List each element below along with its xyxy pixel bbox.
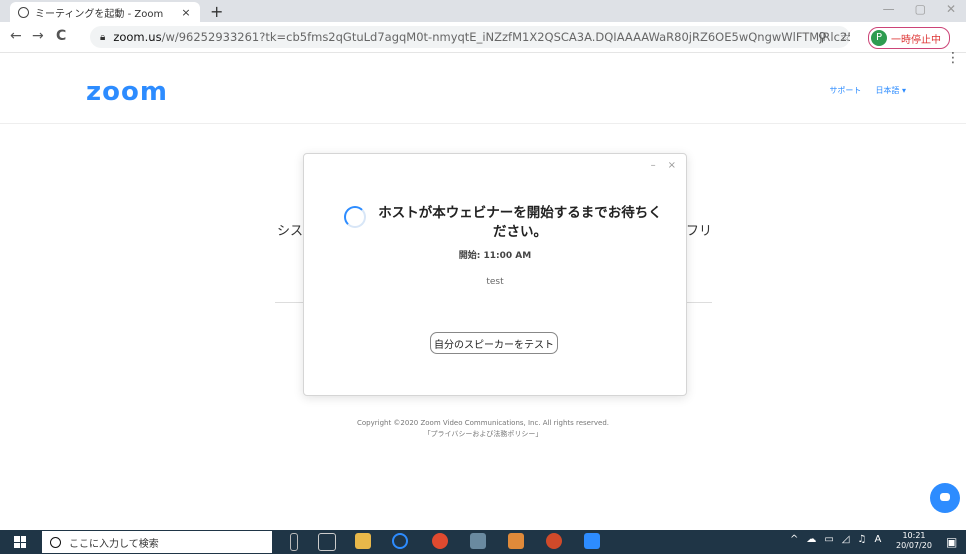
- ime-icon[interactable]: A: [875, 534, 882, 545]
- dialog-minimize-button[interactable]: –: [651, 160, 656, 171]
- back-button[interactable]: ←: [10, 28, 22, 44]
- paint-icon[interactable]: [508, 533, 524, 549]
- bookmark-star-icon[interactable]: ☆: [840, 30, 851, 44]
- clock-time: 10:21: [902, 531, 926, 540]
- microphone-icon[interactable]: [290, 533, 298, 551]
- profile-paused-button[interactable]: P 一時停止中: [868, 27, 950, 49]
- url-path: /w/96252933261?tk=cb5fms2qGtuLd7agqM0t-n…: [161, 30, 850, 44]
- new-tab-button[interactable]: +: [210, 2, 223, 21]
- support-link[interactable]: サポート: [829, 85, 861, 96]
- cortana-icon: [50, 536, 61, 548]
- clock-date: 20/07/20: [896, 541, 932, 550]
- search-placeholder: ここに入力して検索: [69, 538, 159, 550]
- clock[interactable]: 10:21 20/07/20: [896, 531, 932, 551]
- chat-support-button[interactable]: [930, 483, 960, 513]
- volume-icon[interactable]: ♫: [858, 534, 867, 545]
- background-text-left: シス: [277, 224, 304, 239]
- address-bar[interactable]: 🔒︎ zoom.us/w/96252933261?tk=cb5fms2qGtuL…: [90, 26, 850, 48]
- dialog-controls: – ×: [651, 160, 676, 171]
- waiting-message: ホストが本ウェビナーを開始するまでお待ちください。: [378, 205, 662, 240]
- zoom-magnifier-icon[interactable]: ⚲: [818, 30, 827, 44]
- dialog-close-button[interactable]: ×: [668, 160, 676, 171]
- chrome-icon[interactable]: [432, 533, 448, 549]
- profile-avatar: P: [871, 30, 887, 46]
- reload-button[interactable]: C: [56, 28, 66, 44]
- onedrive-icon[interactable]: ☁: [806, 534, 816, 545]
- taskbar-search-box[interactable]: ここに入力して検索: [42, 531, 272, 553]
- zoom-favicon-icon: [18, 6, 29, 18]
- task-view-icon[interactable]: [318, 533, 336, 551]
- tray-expand-icon[interactable]: ^: [790, 534, 798, 545]
- start-time: 開始: 11:00 AM: [458, 251, 532, 261]
- zoom-logo[interactable]: zoom: [86, 77, 168, 107]
- tab-bar: ミーティングを起動 - Zoom × + — ▢ ✕: [0, 0, 966, 22]
- privacy-link[interactable]: 「プライバシーおよび法務ポリシー」: [0, 429, 966, 440]
- footer: Copyright ©2020 Zoom Video Communication…: [0, 418, 966, 440]
- window-controls: — ▢ ✕: [883, 2, 956, 16]
- webinar-topic: test: [486, 277, 504, 287]
- language-selector[interactable]: 日本語 ▾: [875, 85, 906, 96]
- close-window-button[interactable]: ✕: [946, 2, 956, 16]
- profile-status: 一時停止中: [891, 34, 941, 46]
- browser-toolbar: ← → C 🔒︎ zoom.us/w/96252933261?tk=cb5fms…: [0, 22, 966, 66]
- minimize-button[interactable]: —: [883, 2, 895, 16]
- test-speaker-button[interactable]: 自分のスピーカーをテスト: [430, 332, 558, 354]
- url-host: zoom.us: [113, 30, 162, 44]
- notification-icon[interactable]: ▣: [946, 535, 957, 549]
- copyright-text: Copyright ©2020 Zoom Video Communication…: [357, 419, 609, 427]
- network-icon[interactable]: ◿: [842, 534, 850, 545]
- battery-icon[interactable]: ▭: [824, 534, 833, 545]
- file-explorer-icon[interactable]: [355, 533, 371, 549]
- system-tray: ^ ☁ ▭ ◿ ♫ A: [790, 534, 881, 545]
- browser-tab[interactable]: ミーティングを起動 - Zoom ×: [10, 2, 200, 22]
- forward-button[interactable]: →: [32, 28, 44, 44]
- waiting-dialog: – × ホストが本ウェビナーを開始するまでお待ちください。 開始: 11:00 …: [303, 153, 687, 396]
- edge-icon[interactable]: [392, 533, 408, 549]
- maximize-button[interactable]: ▢: [915, 2, 926, 16]
- background-text-right: フリ: [686, 224, 713, 239]
- loading-spinner-icon: [344, 206, 366, 228]
- chat-bubble-icon: [940, 493, 950, 501]
- tab-title: ミーティングを起動 - Zoom: [35, 8, 164, 20]
- powerpoint-icon[interactable]: [546, 533, 562, 549]
- url-text[interactable]: zoom.us/w/96252933261?tk=cb5fms2qGtuLd7a…: [113, 30, 850, 44]
- zoom-app-icon[interactable]: [584, 533, 600, 549]
- windows-start-icon[interactable]: [14, 536, 26, 548]
- app-icon[interactable]: [470, 533, 486, 549]
- header-links: サポート 日本語 ▾: [829, 85, 906, 96]
- lock-icon: 🔒︎: [100, 31, 106, 43]
- tab-close-icon[interactable]: ×: [178, 6, 194, 19]
